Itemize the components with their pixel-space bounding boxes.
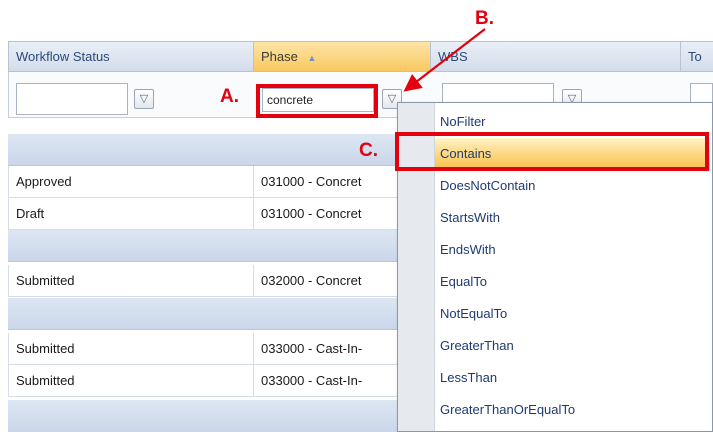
menu-item-greaterthanorequalto[interactable]: GreaterThanOrEqualTo xyxy=(435,394,710,426)
menu-item-notequalto[interactable]: NotEqualTo xyxy=(435,298,710,330)
column-header-label: Phase xyxy=(261,49,298,64)
column-header-to[interactable]: To xyxy=(681,41,713,72)
table-cell-status[interactable]: Submitted xyxy=(8,333,254,365)
annotation-label-a: A. xyxy=(220,86,239,107)
menu-item-equalto[interactable]: EqualTo xyxy=(435,266,710,298)
annotation-label-c: C. xyxy=(359,140,378,161)
table-cell-status[interactable]: Submitted xyxy=(8,365,254,397)
sort-ascending-icon: ▲ xyxy=(307,53,317,63)
menu-item-startswith[interactable]: StartsWith xyxy=(435,202,710,234)
menu-item-doesnotcontain[interactable]: DoesNotContain xyxy=(435,170,710,202)
menu-item-greaterthan[interactable]: GreaterThan xyxy=(435,330,710,362)
menu-item-endswith[interactable]: EndsWith xyxy=(435,234,710,266)
column-header-label: Workflow Status xyxy=(16,49,110,64)
menu-item-lessthan[interactable]: LessThan xyxy=(435,362,710,394)
annotation-box-a xyxy=(256,84,378,118)
table-cell-status[interactable]: Draft xyxy=(8,198,254,230)
workflow-status-filter-input[interactable] xyxy=(16,83,128,115)
annotation-box-c xyxy=(395,132,709,171)
table-cell-status[interactable]: Submitted xyxy=(8,265,254,297)
table-cell-status[interactable]: Approved xyxy=(8,166,254,198)
column-header-label: To xyxy=(688,49,702,64)
annotation-arrow-b xyxy=(403,28,486,92)
column-header-workflow-status[interactable]: Workflow Status xyxy=(8,41,254,72)
filter-funnel-icon[interactable]: ▽ xyxy=(134,89,154,109)
